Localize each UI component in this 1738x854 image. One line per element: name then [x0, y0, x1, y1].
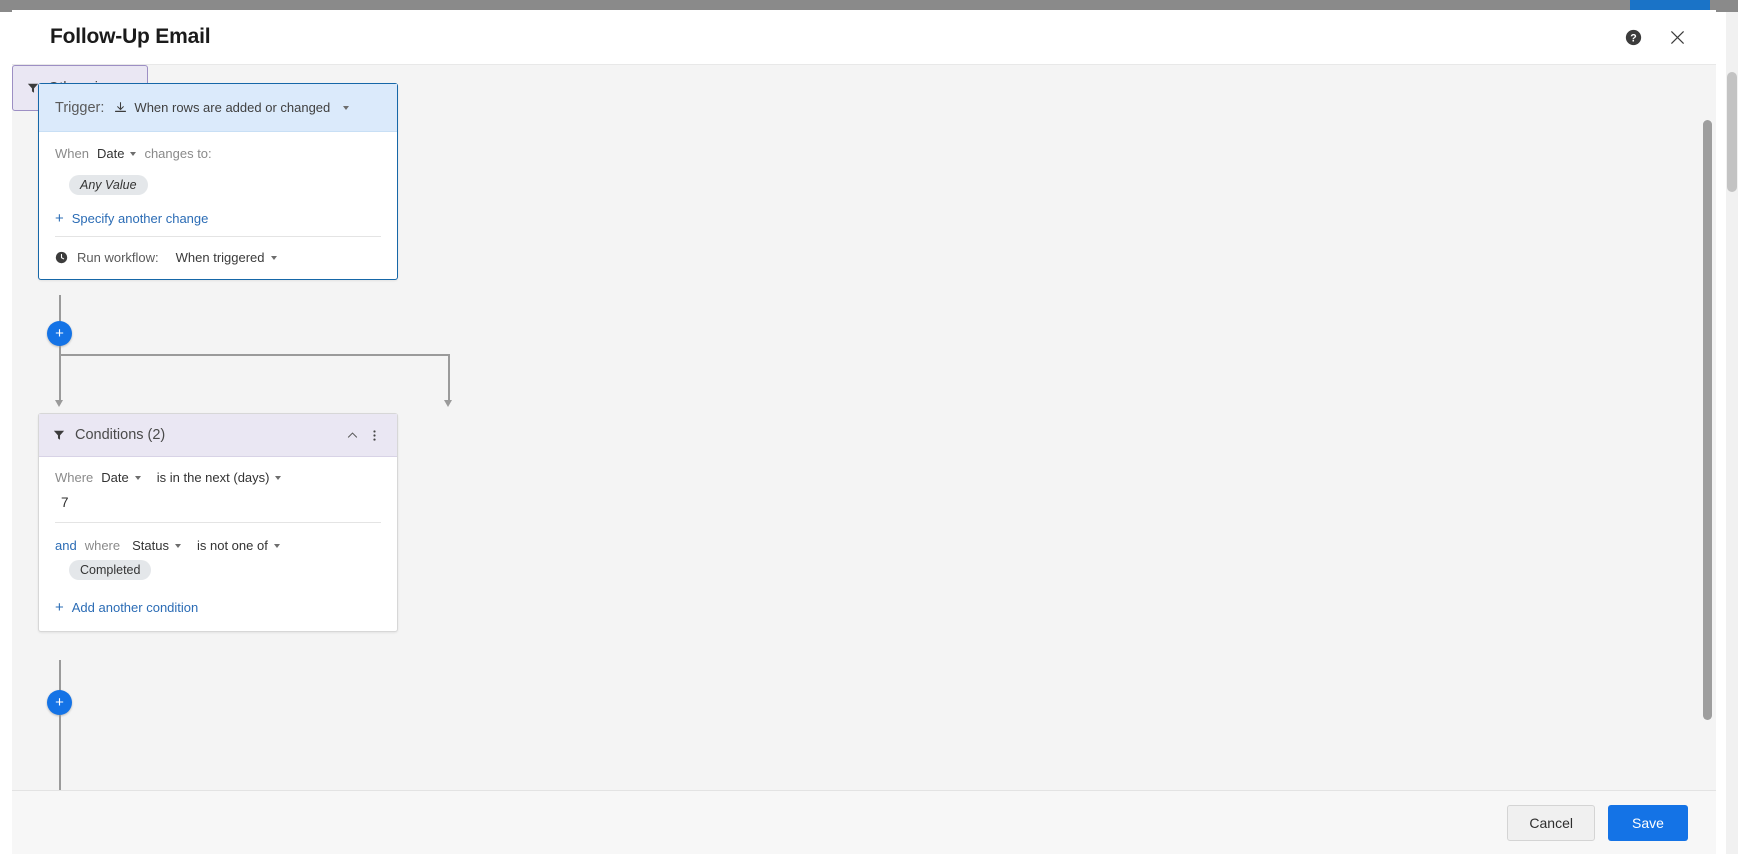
save-button[interactable]: Save: [1608, 804, 1688, 841]
backdrop-left-edge: [0, 12, 12, 854]
add-another-condition-link[interactable]: + Add another condition: [55, 600, 381, 615]
kebab-menu-icon[interactable]: [363, 424, 385, 446]
page-title: Follow-Up Email: [50, 25, 211, 48]
plus-icon: +: [55, 325, 64, 342]
plus-icon: +: [55, 210, 64, 227]
arrow-to-conditions: [55, 400, 63, 407]
plus-icon: +: [55, 694, 64, 711]
add-step-button-1[interactable]: +: [47, 321, 72, 346]
plus-icon: +: [55, 599, 64, 616]
condition-row-2: and where Status is not one of: [55, 538, 381, 553]
canvas-scrollbar-thumb[interactable]: [1703, 120, 1712, 720]
trigger-type-value: When rows are added or changed: [134, 100, 331, 115]
add-step-button-2[interactable]: +: [47, 690, 72, 715]
condition-2-operator: is not one of: [196, 538, 268, 553]
chevron-down-icon: [130, 151, 137, 156]
trigger-when-label: When: [55, 146, 89, 161]
condition-1-operator: is in the next (days): [156, 470, 270, 485]
trigger-card-header: Trigger: When rows are added or changed: [39, 84, 397, 132]
conditions-card-header[interactable]: Conditions (2): [39, 414, 397, 457]
run-workflow-value: When triggered: [175, 250, 265, 265]
condition-2-value-chip[interactable]: Completed: [69, 560, 152, 580]
modal-header-actions: ?: [1622, 26, 1696, 48]
connector-branch-horizontal: [59, 354, 449, 356]
specify-another-change-link[interactable]: + Specify another change: [55, 211, 381, 226]
connector-plus2-to-alert: [59, 715, 61, 790]
condition-1-prefix: Where: [55, 470, 94, 485]
help-circle-icon[interactable]: ?: [1622, 26, 1644, 48]
trigger-when-row: When Date changes to:: [55, 146, 381, 161]
condition-row-1: Where Date is in the next (days): [55, 470, 381, 485]
condition-1-operator-select[interactable]: is in the next (days): [157, 470, 282, 485]
conditions-divider: [55, 522, 381, 523]
chevron-down-icon: [343, 105, 350, 110]
run-workflow-row: Run workflow: When triggered: [55, 237, 381, 269]
modal-header: Follow-Up Email ?: [12, 10, 1716, 65]
cancel-button[interactable]: Cancel: [1507, 804, 1595, 841]
backdrop-accent-bar: [1630, 0, 1710, 10]
trigger-card: Trigger: When rows are added or changed …: [38, 83, 398, 280]
conditions-card-body: Where Date is in the next (days) 7 and w: [39, 457, 397, 631]
run-workflow-select[interactable]: When triggered: [176, 250, 277, 265]
specify-another-change-label: Specify another change: [71, 211, 209, 226]
trigger-card-body: When Date changes to: Any Value + Specif…: [39, 132, 397, 279]
trigger-column-value: Date: [96, 146, 125, 161]
chevron-down-icon: [134, 475, 141, 480]
trigger-column-select[interactable]: Date: [96, 146, 137, 161]
condition-2-operator-select[interactable]: is not one of: [197, 538, 280, 553]
followup-email-modal: Follow-Up Email ? Trigger: When rows are…: [12, 10, 1716, 854]
trigger-value-chip-row: Any Value: [55, 175, 381, 195]
browser-scrollbar-track[interactable]: [1726, 12, 1738, 854]
condition-1-field: Date: [101, 470, 129, 485]
chevron-down-icon: [275, 475, 282, 480]
trigger-label: Trigger:: [55, 99, 105, 116]
condition-2-value-row: Completed: [55, 560, 381, 580]
arrow-to-otherwise: [444, 400, 452, 407]
conditions-card: Conditions (2) Where Date is in the next…: [38, 413, 398, 632]
add-another-condition-label: Add another condition: [71, 600, 199, 615]
connector-to-otherwise: [448, 354, 450, 402]
browser-scrollbar-thumb[interactable]: [1727, 72, 1737, 192]
condition-2-field-select[interactable]: Status: [132, 538, 181, 553]
condition-2-conjunction[interactable]: and: [55, 538, 77, 553]
condition-1-value-input[interactable]: 7: [55, 491, 381, 522]
trigger-any-value-chip[interactable]: Any Value: [69, 175, 148, 195]
chevron-down-icon: [174, 543, 181, 548]
filter-icon: [53, 429, 65, 441]
trigger-import-icon: [114, 101, 127, 114]
connector-to-conditions: [59, 354, 61, 402]
modal-footer: Cancel Save: [12, 790, 1716, 854]
condition-1-field-select[interactable]: Date: [101, 470, 141, 485]
trigger-type-select[interactable]: When rows are added or changed: [114, 100, 350, 115]
trigger-changes-label: changes to:: [144, 146, 212, 161]
condition-2-field: Status: [132, 538, 169, 553]
chevron-up-icon[interactable]: [341, 424, 363, 446]
workflow-canvas[interactable]: Trigger: When rows are added or changed …: [12, 65, 1716, 790]
condition-2-prefix: where: [84, 538, 121, 553]
svg-text:?: ?: [1630, 32, 1636, 44]
chevron-down-icon: [273, 543, 280, 548]
close-icon[interactable]: [1666, 26, 1688, 48]
conditions-title: Conditions (2): [75, 427, 166, 443]
clock-icon: [55, 251, 68, 264]
run-workflow-label: Run workflow:: [77, 250, 159, 265]
chevron-down-icon: [270, 255, 277, 260]
